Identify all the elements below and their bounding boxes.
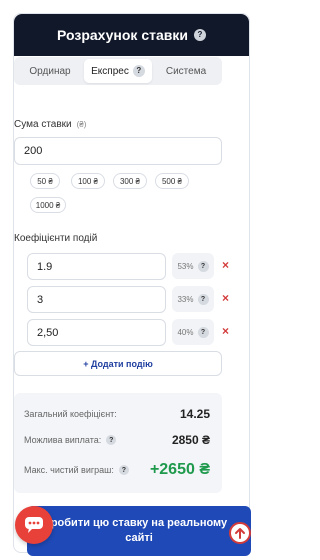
- tab-label: Експрес: [91, 65, 129, 77]
- tab-single[interactable]: Ординар: [16, 59, 84, 83]
- preset-chip-300[interactable]: 300 ₴: [113, 173, 147, 189]
- profit-row: Макс. чистий виграш: ? +2650 ₴: [24, 461, 210, 479]
- bet-type-tabs: Ординар Експрес ? Система: [14, 57, 222, 85]
- result-summary: Загальний коефіцієнт: 14.25 Можлива випл…: [14, 393, 222, 493]
- probability-value: 40%: [177, 327, 194, 337]
- arrow-up-glyph: [235, 528, 245, 539]
- preset-chip-50[interactable]: 50 ₴: [30, 173, 60, 189]
- probability-badge: 53% ?: [172, 253, 214, 279]
- remove-event-button[interactable]: ×: [222, 258, 229, 272]
- total-odds-row: Загальний коефіцієнт: 14.25: [24, 407, 210, 421]
- add-event-button[interactable]: + Додати подію: [14, 351, 222, 376]
- total-odds-value: 14.25: [179, 407, 210, 421]
- odds-input[interactable]: 3: [27, 286, 166, 313]
- stake-label: Сума ставки (₴): [14, 119, 86, 130]
- profit-label-text: Макс. чистий виграш:: [24, 465, 114, 475]
- preset-chip-500[interactable]: 500 ₴: [155, 173, 189, 189]
- probability-badge: 33% ?: [172, 286, 214, 312]
- preset-chip-100[interactable]: 100 ₴: [71, 173, 105, 189]
- place-bet-button[interactable]: робити цю ставку на реальному сайті: [27, 506, 251, 556]
- arrow-up-circle-icon[interactable]: [229, 522, 251, 544]
- probability-value: 53%: [177, 261, 194, 271]
- payout-label: Можлива виплата: ?: [24, 435, 117, 445]
- help-icon[interactable]: ?: [197, 293, 209, 305]
- remove-event-button[interactable]: ×: [222, 324, 229, 338]
- tab-system[interactable]: Система: [152, 59, 220, 83]
- help-icon[interactable]: ?: [197, 326, 209, 338]
- help-icon[interactable]: ?: [132, 65, 145, 77]
- currency-hint: (₴): [76, 120, 87, 129]
- preset-chip-1000[interactable]: 1000 ₴: [30, 197, 66, 213]
- payout-value: 2850 ₴: [171, 433, 210, 447]
- help-icon[interactable]: ?: [197, 260, 209, 272]
- remove-event-button[interactable]: ×: [222, 291, 229, 305]
- odds-input[interactable]: 1.9: [27, 253, 166, 280]
- profit-value: +2650 ₴: [149, 461, 210, 478]
- tab-express[interactable]: Експрес ?: [84, 59, 152, 83]
- payout-row: Можлива виплата: ? 2850 ₴: [24, 433, 210, 447]
- profit-label: Макс. чистий виграш: ?: [24, 465, 129, 475]
- chat-glyph: [25, 517, 43, 533]
- calculator-header: Розрахунок ставки ?: [14, 14, 249, 56]
- help-icon[interactable]: ?: [106, 435, 117, 445]
- probability-value: 33%: [177, 294, 194, 304]
- payout-label-text: Можлива виплата:: [24, 435, 102, 445]
- total-odds-label: Загальний коефіцієнт:: [24, 409, 117, 419]
- tab-label: Система: [165, 65, 207, 77]
- stake-label-text: Сума ставки: [14, 119, 72, 130]
- events-label: Коефіцієнти подій: [14, 233, 98, 244]
- help-icon[interactable]: ?: [118, 465, 129, 475]
- tab-label: Ординар: [29, 65, 71, 77]
- help-icon[interactable]: ?: [193, 29, 206, 41]
- page-title: Розрахунок ставки: [57, 27, 188, 43]
- chat-bubble-icon[interactable]: [15, 506, 53, 544]
- probability-badge: 40% ?: [172, 319, 214, 345]
- stake-input[interactable]: 200: [14, 137, 222, 165]
- odds-input[interactable]: 2,50: [27, 319, 166, 346]
